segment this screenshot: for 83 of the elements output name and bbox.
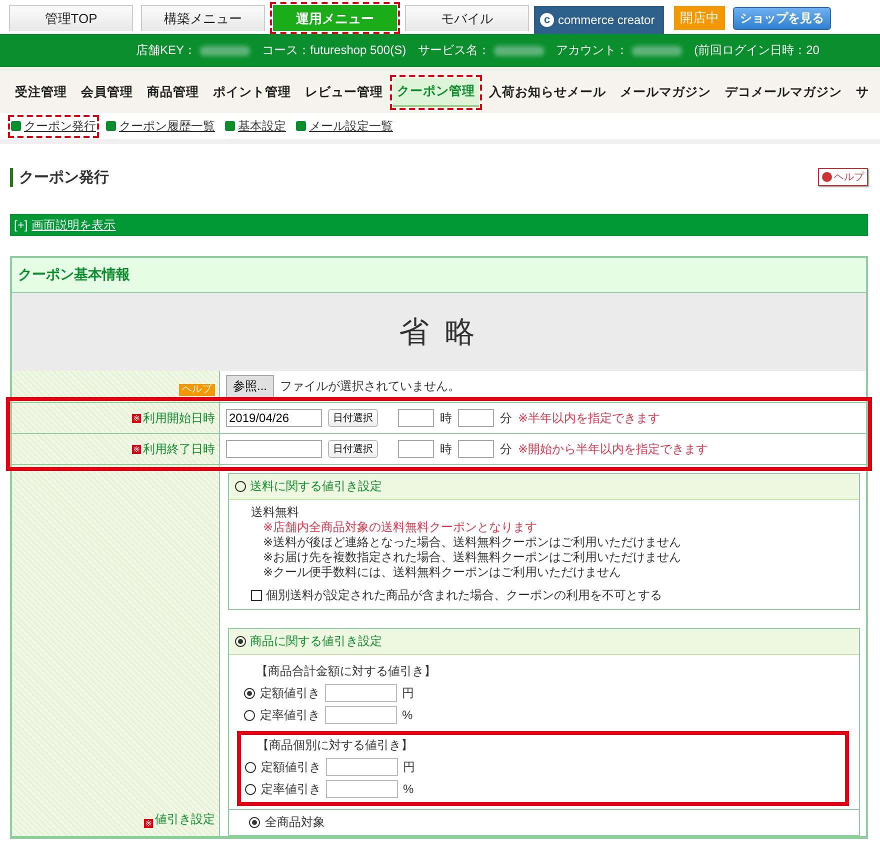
status-badge: 開店中 bbox=[674, 6, 725, 30]
nav-item[interactable]: クーポン管理 bbox=[393, 78, 479, 106]
help-button[interactable]: ヘルプ bbox=[818, 168, 868, 186]
minute-field[interactable] bbox=[458, 440, 494, 458]
sub-nav-link[interactable]: クーポン発行 bbox=[11, 118, 96, 134]
date-picker-button[interactable]: 日付選択 bbox=[328, 440, 378, 458]
unit-label: % bbox=[402, 708, 413, 722]
nav-item[interactable]: レビュー管理 bbox=[301, 78, 387, 106]
option-title: 商品に関する値引き設定 bbox=[250, 633, 382, 650]
field-label: 利用開始日時 bbox=[143, 410, 215, 426]
info-label: サービス名： bbox=[418, 42, 490, 59]
choice-label: 全商品対象 bbox=[265, 814, 325, 831]
note-text: ※送料が後ほど連絡となった場合、送料無料クーポンはご利用いただけません bbox=[262, 535, 682, 550]
sub-nav-link[interactable]: クーポン履歴一覧 bbox=[106, 118, 215, 134]
hour-field[interactable] bbox=[398, 440, 434, 458]
checkbox[interactable] bbox=[251, 590, 262, 601]
expand-marker: [+] bbox=[14, 218, 28, 232]
amount-field[interactable] bbox=[326, 780, 398, 798]
amount-field[interactable] bbox=[325, 706, 397, 724]
description-link[interactable]: 画面説明を表示 bbox=[32, 216, 116, 234]
unit-label: 分 bbox=[500, 410, 512, 426]
radio-button[interactable] bbox=[249, 817, 260, 828]
amount-field[interactable] bbox=[326, 758, 398, 776]
note-text: ※お届け先を複数指定された場合、送料無料クーポンはご利用いただけません bbox=[262, 550, 682, 565]
nav-item[interactable]: ポイント管理 bbox=[209, 78, 295, 106]
choice-label: 定率値引き bbox=[260, 706, 320, 724]
info-label: アカウント： bbox=[556, 42, 628, 59]
required-mark: ※ bbox=[144, 819, 153, 828]
sub-nav-link[interactable]: メール設定一覧 bbox=[296, 118, 393, 134]
radio-button[interactable] bbox=[244, 710, 255, 720]
sub-nav-link[interactable]: 基本設定 bbox=[225, 118, 286, 134]
file-status: ファイルが選択されていません。 bbox=[280, 378, 460, 395]
info-label: (前回ログイン日時：20 bbox=[694, 42, 820, 59]
date-field[interactable]: 2019/04/26 bbox=[226, 409, 322, 427]
nav-item[interactable]: サ bbox=[852, 78, 873, 106]
date-field[interactable] bbox=[226, 440, 322, 458]
note-text: ※店舗内全商品対象の送料無料クーポンとなります bbox=[262, 520, 538, 535]
nav-item[interactable]: メールマガジン bbox=[616, 78, 715, 106]
radio-button[interactable] bbox=[235, 636, 246, 647]
info-label: コース：futureshop 500(S) bbox=[262, 42, 406, 59]
checkbox-label: 個別送料が設定された商品が含まれた場合、クーポンの利用を不可とする bbox=[266, 588, 662, 603]
menu-tab[interactable]: モバイル bbox=[405, 5, 529, 31]
radio-button[interactable] bbox=[235, 481, 246, 492]
choice-label: 定額値引き bbox=[260, 684, 320, 702]
date-picker-button[interactable]: 日付選択 bbox=[328, 409, 378, 427]
browse-button[interactable]: 参照... bbox=[226, 375, 274, 398]
minute-field[interactable] bbox=[458, 409, 494, 427]
choice-label: 定額値引き bbox=[261, 758, 321, 776]
option-heading: 送料無料 bbox=[251, 505, 300, 520]
nav-item[interactable]: 受注管理 bbox=[11, 78, 71, 106]
hint-text: ※開始から半年以内を指定できます bbox=[518, 440, 708, 458]
group-title: 【商品合計金額に対する値引き】 bbox=[255, 663, 437, 680]
menu-tab[interactable]: 管理TOP bbox=[9, 5, 133, 31]
nav-item[interactable]: 入荷お知らせメール bbox=[485, 78, 610, 106]
group-title: 【商品個別に対する値引き】 bbox=[256, 737, 414, 754]
unit-label: 時 bbox=[440, 440, 452, 458]
info-label: 店舗KEY： bbox=[136, 42, 196, 59]
required-mark: ※ bbox=[132, 444, 141, 454]
unit-label: 時 bbox=[440, 410, 452, 426]
unit-label: 分 bbox=[500, 440, 512, 458]
radio-button[interactable] bbox=[245, 762, 256, 772]
field-label: 値引き設定 bbox=[155, 811, 215, 828]
section-title: クーポン基本情報 bbox=[12, 258, 866, 293]
amount-field[interactable] bbox=[325, 684, 397, 702]
required-mark: ※ bbox=[132, 414, 141, 422]
menu-tab[interactable]: 構築メニュー bbox=[141, 5, 265, 31]
unit-label: % bbox=[403, 782, 414, 796]
radio-button[interactable] bbox=[244, 688, 255, 698]
option-title: 送料に関する値引き設定 bbox=[250, 478, 382, 495]
radio-button[interactable] bbox=[245, 784, 256, 794]
nav-item[interactable]: デコメールマガジン bbox=[721, 78, 846, 106]
page-title: クーポン発行 bbox=[10, 168, 109, 186]
hour-field[interactable] bbox=[398, 409, 434, 427]
choice-label: 定率値引き bbox=[261, 780, 321, 798]
omitted-banner: 省 略 bbox=[12, 293, 866, 371]
nav-item[interactable]: 商品管理 bbox=[143, 78, 203, 106]
unit-label: 円 bbox=[403, 758, 415, 776]
nav-item[interactable]: 会員管理 bbox=[77, 78, 137, 106]
hint-text: ※半年以内を指定できます bbox=[518, 410, 660, 426]
field-label: 利用終了日時 bbox=[143, 440, 215, 458]
brand-button[interactable]: c commerce creator bbox=[534, 6, 664, 34]
note-text: ※クール便手数料には、送料無料クーポンはご利用いただけません bbox=[262, 565, 622, 580]
unit-label: 円 bbox=[402, 684, 414, 702]
